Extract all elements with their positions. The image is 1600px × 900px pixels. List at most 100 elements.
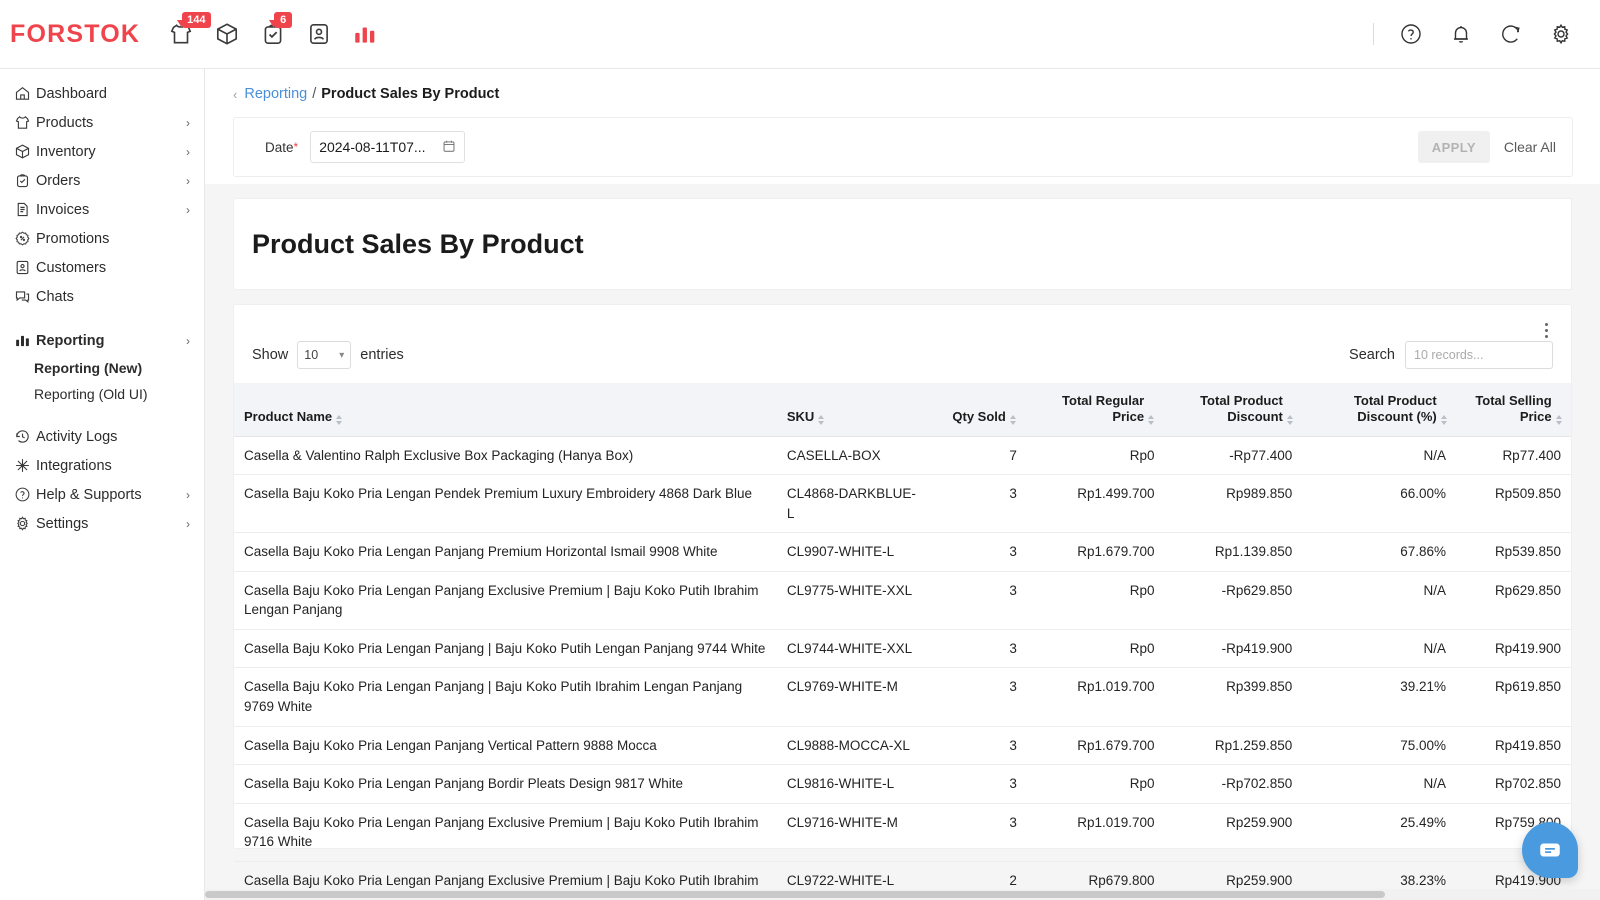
chart-bars-icon[interactable] <box>348 17 382 51</box>
home-icon <box>14 85 36 102</box>
sidebar-item-settings[interactable]: Settings › <box>0 509 204 538</box>
help-circle-icon[interactable] <box>1394 17 1428 51</box>
sidebar-label: Settings <box>36 516 186 532</box>
chevron-right-icon: › <box>186 334 190 348</box>
page-area: Product Sales By Product Show 10 ▾ entri… <box>205 184 1600 900</box>
sort-icon[interactable] <box>1556 414 1561 426</box>
sort-icon[interactable] <box>336 414 343 426</box>
page-title-card: Product Sales By Product <box>233 198 1572 290</box>
cell-total-product-discount-pct: N/A <box>1302 765 1456 804</box>
breadcrumb-link-reporting[interactable]: Reporting <box>244 86 307 102</box>
sidebar-item-help-supports[interactable]: Help & Supports › <box>0 480 204 509</box>
cell-total-selling-price: Rp419.900 <box>1456 629 1571 668</box>
integrations-icon <box>14 457 36 474</box>
sidebar-item-invoices[interactable]: Invoices › <box>0 195 204 224</box>
sort-icon[interactable] <box>1010 414 1017 426</box>
app-root: FORSTOK 144 6 <box>0 0 1600 900</box>
table-row: Casella Baju Koko Pria Lengan Panjang Ex… <box>234 571 1571 629</box>
chevron-right-icon: › <box>186 488 190 502</box>
sort-icon[interactable] <box>1287 414 1292 426</box>
breadcrumb: ‹ Reporting / Product Sales By Product <box>205 69 1600 102</box>
report-table: Product Name SKU Qty Sold Total Regular … <box>234 383 1571 900</box>
sidebar-item-chats[interactable]: Chats <box>0 282 204 311</box>
bell-icon[interactable] <box>1444 17 1478 51</box>
col-total-product-discount[interactable]: Total Product Discount <box>1165 383 1303 436</box>
horizontal-scrollbar[interactable] <box>205 889 1600 900</box>
chat-bubble-icon[interactable] <box>1522 822 1578 878</box>
cell-total-regular-price: Rp0 <box>1027 436 1165 475</box>
back-chevron-icon[interactable]: ‹ <box>233 87 237 102</box>
cell-sku: CL9744-WHITE-XXL <box>777 629 931 668</box>
sort-icon[interactable] <box>1441 414 1446 426</box>
entries-per-page-select[interactable]: 10 ▾ <box>297 341 351 369</box>
sidebar-item-promotions[interactable]: Promotions <box>0 224 204 253</box>
show-label: Show <box>252 347 288 363</box>
table-row: Casella Baju Koko Pria Lengan Panjang Ve… <box>234 726 1571 765</box>
sidebar-subitem-reporting-old-ui[interactable]: Reporting (Old UI) <box>0 381 204 407</box>
col-total-selling-price[interactable]: Total Selling Price <box>1456 383 1571 436</box>
customer-card-icon[interactable] <box>302 17 336 51</box>
promo-badge-icon <box>14 230 36 247</box>
sort-icon[interactable] <box>818 414 825 426</box>
brand-logo[interactable]: FORSTOK <box>10 20 140 49</box>
apparel-icon[interactable]: 144 <box>164 17 198 51</box>
page-title: Product Sales By Product <box>252 229 584 260</box>
sidebar: Dashboard Products › Inventory › <box>0 69 205 900</box>
order-badge: 6 <box>274 12 292 28</box>
search-placeholder: 10 records... <box>1414 348 1483 362</box>
sort-icon[interactable] <box>1148 414 1154 426</box>
sidebar-label: Reporting <box>36 333 186 349</box>
chevron-right-icon: › <box>186 517 190 531</box>
cell-total-selling-price: Rp419.850 <box>1456 726 1571 765</box>
col-total-regular-price[interactable]: Total Regular Price <box>1027 383 1165 436</box>
col-label: Total Product Discount (%) <box>1312 393 1437 426</box>
sidebar-item-customers[interactable]: Customers <box>0 253 204 282</box>
cell-qty-sold: 7 <box>931 436 1027 475</box>
cell-total-regular-price: Rp1.679.700 <box>1027 533 1165 572</box>
cell-total-regular-price: Rp1.019.700 <box>1027 803 1165 861</box>
sidebar-subitem-reporting-new[interactable]: Reporting (New) <box>0 355 204 381</box>
sidebar-item-orders[interactable]: Orders › <box>0 166 204 195</box>
top-right-icons <box>1373 17 1600 51</box>
order-bag-icon[interactable]: 6 <box>256 17 290 51</box>
box-icon[interactable] <box>210 17 244 51</box>
cell-qty-sold: 3 <box>931 726 1027 765</box>
sidebar-item-dashboard[interactable]: Dashboard <box>0 79 204 108</box>
scrollbar-thumb[interactable] <box>205 891 1385 898</box>
entries-label: entries <box>360 347 404 363</box>
sidebar-item-reporting[interactable]: Reporting › <box>0 326 204 355</box>
top-shortcut-icons: 144 6 <box>164 17 382 51</box>
history-clock-icon <box>14 428 36 445</box>
cell-total-product-discount: -Rp629.850 <box>1165 571 1303 629</box>
bar-chart-icon <box>14 332 36 349</box>
breadcrumb-separator: / <box>312 86 316 102</box>
col-qty-sold[interactable]: Qty Sold <box>931 383 1027 436</box>
cell-total-selling-price: Rp539.850 <box>1456 533 1571 572</box>
spacer <box>0 311 204 326</box>
col-total-product-discount-pct[interactable]: Total Product Discount (%) <box>1302 383 1456 436</box>
cell-total-product-discount: Rp1.139.850 <box>1165 533 1303 572</box>
report-table-card: Show 10 ▾ entries Search 10 records... <box>233 304 1572 849</box>
sidebar-item-inventory[interactable]: Inventory › <box>0 137 204 166</box>
table-row: Casella & Valentino Ralph Exclusive Box … <box>234 436 1571 475</box>
cell-sku: CL4868-DARKBLUE-L <box>777 475 931 533</box>
cell-sku: CL9775-WHITE-XXL <box>777 571 931 629</box>
calendar-icon[interactable] <box>442 139 456 156</box>
sidebar-label: Help & Supports <box>36 487 186 503</box>
cell-total-selling-price: Rp77.400 <box>1456 436 1571 475</box>
sidebar-item-activity-logs[interactable]: Activity Logs <box>0 422 204 451</box>
apply-button[interactable]: APPLY <box>1418 131 1490 163</box>
cell-product-name: Casella Baju Koko Pria Lengan Panjang Pr… <box>234 533 777 572</box>
gear-icon[interactable] <box>1544 17 1578 51</box>
col-sku[interactable]: SKU <box>777 383 931 436</box>
date-input[interactable]: 2024-08-11T07... <box>310 131 465 163</box>
sidebar-item-products[interactable]: Products › <box>0 108 204 137</box>
sync-icon[interactable] <box>1494 17 1528 51</box>
more-options-icon[interactable] <box>1537 319 1555 341</box>
clear-all-button[interactable]: Clear All <box>1504 139 1556 155</box>
sidebar-label: Activity Logs <box>36 429 190 445</box>
sidebar-item-integrations[interactable]: Integrations <box>0 451 204 480</box>
col-product-name[interactable]: Product Name <box>234 383 777 436</box>
cell-sku: CL9816-WHITE-L <box>777 765 931 804</box>
search-input[interactable]: 10 records... <box>1405 341 1553 369</box>
